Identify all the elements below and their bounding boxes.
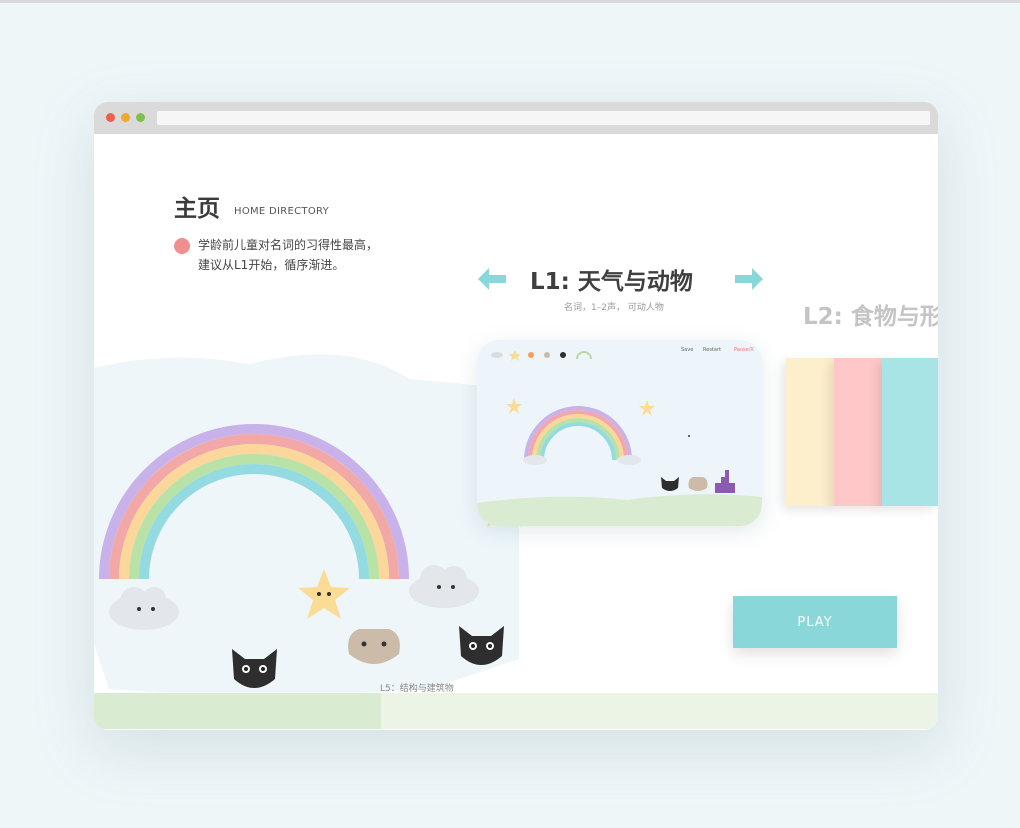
description-line-1: 学龄前儿童对名词的习得性最高， [198,238,379,252]
level-card-teal[interactable] [882,358,938,506]
top-border [0,0,1020,3]
preview-pause: Pause/X [734,347,754,353]
play-button[interactable]: PLAY [733,596,897,648]
preview-save: Save [681,347,694,353]
browser-window: 主页 HOME DIRECTORY 学龄前儿童对名词的习得性最高， 建议从L1开… [94,102,938,730]
info-bullet-dot [174,238,190,254]
arrow-left-icon[interactable] [478,268,506,290]
maximize-window-dot[interactable] [136,113,145,122]
address-bar[interactable] [157,111,930,125]
arrow-right-icon[interactable] [735,268,763,290]
level-preview-card[interactable]: Save Restart Pause/X [477,340,762,526]
minimize-window-dot[interactable] [121,113,130,122]
page-subtitle: HOME DIRECTORY [234,206,330,217]
page-title: 主页 [174,196,220,222]
level-progress-fill [94,693,381,729]
close-window-dot[interactable] [106,113,115,122]
next-level-title[interactable]: L2: 食物与形 [803,297,938,331]
description-line-2: 建议从L1开始，循序渐进。 [198,258,345,272]
description-text: 学龄前儿童对名词的习得性最高， 建议从L1开始，循序渐进。 [198,235,418,275]
level-subtitle: 名词，1–2声， 可动人物 [564,303,664,313]
level-card-yellow[interactable] [786,358,836,506]
preview-scene [477,340,762,526]
page-content: 主页 HOME DIRECTORY 学龄前儿童对名词的习得性最高， 建议从L1开… [94,134,938,730]
level-title: L1: 天气与动物 [530,269,693,295]
level-card-pink[interactable] [834,358,884,506]
window-titlebar [94,102,938,134]
preview-restart: Restart [703,347,721,353]
